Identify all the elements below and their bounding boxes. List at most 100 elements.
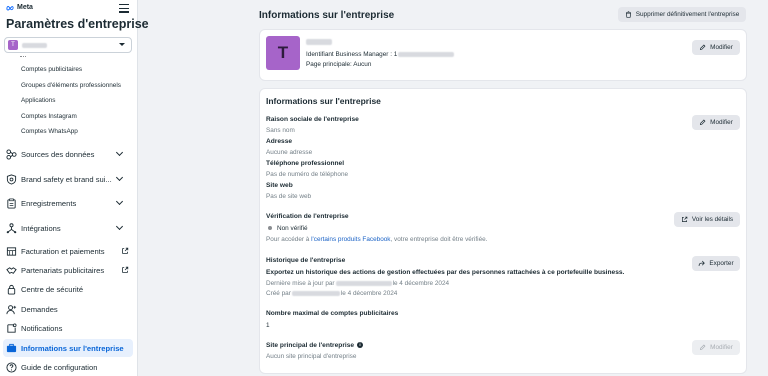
- sidebar-item-label: Brand safety et brand sui...: [21, 174, 112, 184]
- sidebar: Meta Paramètres d'entreprise T Comptes p…: [0, 0, 149, 376]
- info-icon[interactable]: i: [357, 342, 364, 349]
- facebook-products-link[interactable]: l'certains produits Facebook: [311, 236, 390, 243]
- external-link-icon: [681, 216, 688, 222]
- edit-main-site-button[interactable]: Modifier: [692, 340, 740, 355]
- sidebar-item-business-info[interactable]: Informations sur l'entreprise: [3, 339, 133, 357]
- account-avatar: T: [8, 40, 18, 50]
- pencil-icon: [700, 44, 706, 51]
- last-updated-text: Dernière mise à jour par le 4 décembre 20…: [266, 280, 450, 287]
- sidebar-item-billing[interactable]: Facturation et paiements: [0, 242, 138, 260]
- sidebar-item-label: Informations sur l'entreprise: [21, 343, 124, 353]
- meta-infinity-icon: [6, 5, 14, 10]
- delete-business-label: Supprimer définitivement l'entreprise: [635, 11, 740, 18]
- edit-details-button[interactable]: Modifier: [692, 115, 740, 130]
- sidebar-subitem-whatsapp[interactable]: Comptes WhatsApp: [21, 128, 78, 135]
- delete-business-button[interactable]: Supprimer définitivement l'entreprise: [618, 7, 746, 22]
- sidebar-item-security-center[interactable]: Centre de sécurité: [0, 280, 138, 298]
- page-title: Informations sur l'entreprise: [259, 10, 395, 21]
- sidebar-item-setup-guide[interactable]: Guide de configuration: [0, 358, 138, 376]
- integrations-icon: [6, 222, 17, 233]
- website-value: Pas de site web: [266, 193, 312, 200]
- notification-icon: [7, 323, 17, 333]
- sidebar-subitem-ad-accounts[interactable]: Comptes publicitaires: [21, 66, 82, 73]
- company-name-label: Raison sociale de l'entreprise: [266, 116, 359, 123]
- verification-text: Pour accéder à l'certains produits Faceb…: [266, 236, 488, 243]
- export-button[interactable]: Exporter: [692, 256, 740, 271]
- address-label: Adresse: [266, 138, 293, 145]
- sidebar-item-records[interactable]: Enregistrements: [0, 194, 138, 212]
- edit-main-site-label: Modifier: [710, 344, 733, 351]
- sidebar-subitem-instagram[interactable]: Comptes Instagram: [21, 113, 77, 120]
- business-info-icon: [6, 343, 17, 352]
- account-name-redacted: [22, 42, 47, 48]
- verification-label: Vérification de l'entreprise: [266, 213, 349, 220]
- external-link-icon: [122, 266, 129, 273]
- main-site-label: Site principal de l'entreprise i: [266, 342, 364, 349]
- export-label: Exporter: [709, 260, 734, 267]
- sidebar-item-brand-safety[interactable]: Brand safety et brand sui...: [0, 170, 138, 188]
- sidebar-item-data-sources[interactable]: Sources des données: [0, 145, 138, 163]
- website-label: Site web: [266, 182, 293, 189]
- person-add-icon: [6, 304, 17, 314]
- edit-summary-label: Modifier: [710, 44, 733, 51]
- account-selector[interactable]: T: [4, 37, 132, 53]
- view-details-label: Voir les détails: [691, 216, 734, 223]
- sidebar-item-ad-partnerships[interactable]: Partenariats publicitaires: [0, 261, 138, 279]
- phone-value: Pas de numéro de téléphone: [266, 171, 349, 178]
- sidebar-item-requests[interactable]: Demandes: [0, 300, 138, 318]
- chevron-down-icon: [115, 148, 124, 157]
- lock-icon: [7, 284, 16, 295]
- edit-summary-button[interactable]: Modifier: [692, 40, 740, 55]
- max-ad-accounts-value: 1: [266, 322, 270, 329]
- details-section-title: Informations sur l'entreprise: [266, 96, 381, 106]
- main-site-value: Aucun site principal d'entreprise: [266, 353, 357, 360]
- created-by-text: Créé par le 4 décembre 2024: [266, 290, 398, 297]
- sidebar-subitem-asset-groups[interactable]: Groupes d'éléments professionnels: [21, 82, 121, 89]
- chevron-down-icon: [115, 197, 124, 206]
- trash-icon: [625, 11, 631, 18]
- sidebar-item-integrations[interactable]: Intégrations: [0, 219, 138, 237]
- data-sources-icon: [6, 148, 17, 160]
- chevron-down-icon: [115, 222, 124, 231]
- sidebar-item-label: Enregistrements: [21, 198, 77, 208]
- sidebar-item-label: Demandes: [21, 304, 58, 314]
- max-ad-accounts-label: Nombre maximal de comptes publicitaires: [266, 310, 399, 317]
- help-icon: [6, 361, 17, 373]
- sidebar-item-label: Sources des données: [21, 149, 95, 159]
- business-name-redacted: [306, 39, 332, 46]
- billing-icon: [6, 246, 17, 256]
- hamburger-menu-icon[interactable]: [119, 4, 129, 13]
- list-continuation: [20, 56, 26, 58]
- external-link-icon: [122, 247, 129, 254]
- phone-label: Téléphone professionnel: [266, 160, 345, 167]
- business-manager-id: Identifiant Business Manager : 1: [306, 51, 455, 58]
- edit-details-label: Modifier: [710, 119, 733, 126]
- sidebar-item-label: Partenariats publicitaires: [21, 265, 105, 275]
- brand-name: Meta: [17, 4, 33, 11]
- verification-status: Non vérifié: [268, 225, 308, 232]
- view-details-button[interactable]: Voir les détails: [674, 212, 740, 227]
- sidebar-item-label: Centre de sécurité: [21, 284, 84, 294]
- partnership-icon: [6, 266, 17, 274]
- business-avatar: T: [266, 36, 300, 70]
- address-value: Aucune adresse: [266, 149, 313, 156]
- meta-logo: Meta: [6, 4, 33, 11]
- pencil-icon: [700, 344, 706, 351]
- clipboard-icon: [7, 198, 16, 209]
- status-dot-icon: [268, 226, 272, 231]
- sidebar-item-notifications[interactable]: Notifications: [0, 319, 138, 337]
- sidebar-item-label: Facturation et paiements: [21, 246, 105, 256]
- main-page-text: Page principale: Aucun: [306, 61, 372, 68]
- sidebar-subitem-apps[interactable]: Applications: [21, 97, 55, 104]
- sidebar-item-label: Notifications: [21, 323, 63, 333]
- business-details-card: [259, 88, 747, 374]
- history-description: Exportez un historique des actions de ge…: [266, 269, 625, 276]
- sidebar-title: Paramètres d'entreprise: [6, 17, 149, 31]
- chevron-down-icon: [115, 173, 124, 182]
- sidebar-item-label: Guide de configuration: [21, 362, 98, 372]
- caret-down-icon: [119, 43, 125, 46]
- pencil-icon: [700, 119, 706, 126]
- company-name-value: Sans nom: [266, 127, 295, 134]
- shield-icon: [6, 173, 17, 185]
- share-arrow-icon: [699, 260, 706, 266]
